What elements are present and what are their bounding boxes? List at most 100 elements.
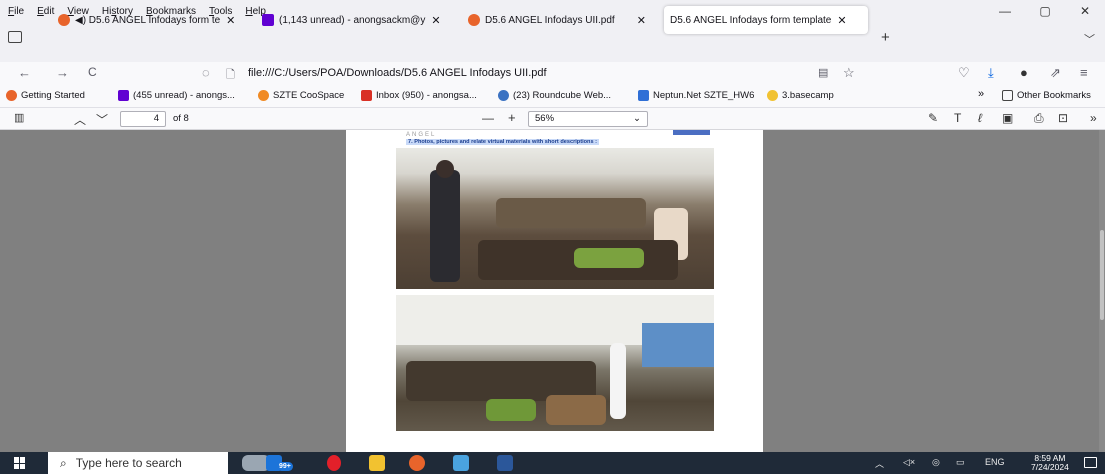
image-icon[interactable]: ▣ [1002, 111, 1013, 125]
pdf-page: ANGEL 7. Photos, pictures and relate vir… [346, 130, 763, 452]
tab-infodays-form[interactable]: ◀) D5.6 ANGEL Infodays form te ✕ [52, 6, 242, 34]
navigation-bar: ← → C ◌ 🗋 file:///C:/Users/POA/Downloads… [0, 62, 1105, 86]
back-icon[interactable]: ← [18, 65, 31, 80]
bookmark-label: 3.basecamp [782, 90, 834, 101]
windows-taskbar: ⌕ Type here to search 99+ ︿ ◁× ◎ ▭ ENG 8… [0, 452, 1105, 474]
scrollbar-thumb[interactable] [1100, 230, 1104, 320]
tab-label: D5.6 ANGEL Infodays UII.pdf [485, 14, 615, 26]
language-indicator[interactable]: ENG [985, 457, 1005, 467]
mail-icon [262, 14, 274, 26]
mail-count-badge: 99+ [277, 462, 293, 471]
gmail-icon [361, 90, 372, 101]
angel-logo: ANGEL [406, 132, 437, 138]
bookmark-star-icon[interactable]: ☆ [843, 65, 855, 81]
print-icon[interactable]: ⎙ [1034, 111, 1044, 126]
opera-icon[interactable] [327, 455, 341, 471]
workshop-photo-2 [396, 295, 714, 431]
taskbar-search-input[interactable]: ⌕ Type here to search [48, 452, 228, 474]
restore-button[interactable]: ▢ [1025, 0, 1065, 22]
list-all-tabs-icon[interactable] [8, 31, 22, 43]
extensions-icon[interactable]: ⇗ [1050, 65, 1061, 81]
firefox-icon [6, 90, 17, 101]
tab-close-icon[interactable]: ✕ [637, 14, 646, 27]
new-tab-icon[interactable]: + [881, 29, 890, 46]
pocket-icon[interactable]: ♡ [958, 65, 970, 81]
bookmark-roundcube[interactable]: (23) Roundcube Web... [498, 90, 611, 101]
tab-infodays-pdf[interactable]: D5.6 ANGEL Infodays UII.pdf ✕ [462, 6, 662, 34]
bookmark-yahoo-mail[interactable]: (455 unread) - anongs... [118, 90, 235, 101]
roundcube-icon [498, 90, 509, 101]
tab-label: ◀) D5.6 ANGEL Infodays form te [75, 14, 221, 26]
text-tool-icon[interactable]: T [954, 111, 961, 125]
shield-icon[interactable]: ◌ [202, 65, 210, 80]
header-bar [673, 130, 710, 135]
tab-yahoo-mail[interactable]: (1,143 unread) - anongsackm@y ✕ [256, 6, 456, 34]
workshop-photo-1 [396, 148, 714, 289]
firefox-icon [468, 14, 480, 26]
basecamp-icon [767, 90, 778, 101]
bookmarks-overflow-icon[interactable]: » [978, 88, 984, 100]
tab-close-icon[interactable]: ✕ [431, 14, 440, 27]
tray-chevron-icon[interactable]: ︿ [875, 457, 884, 470]
vertical-scrollbar[interactable] [1099, 130, 1105, 452]
download-icon[interactable]: ⤓ [988, 65, 994, 81]
search-placeholder: Type here to search [75, 456, 182, 470]
tab-infodays-template-active[interactable]: D5.6 ANGEL Infodays form template ✕ [664, 6, 868, 34]
firefox-taskbar-icon[interactable] [409, 455, 425, 471]
highlight-icon[interactable]: ✎ [928, 111, 938, 125]
tab-label: D5.6 ANGEL Infodays form template [670, 14, 832, 26]
clock[interactable]: 8:59 AM 7/24/2024 [1031, 454, 1069, 472]
minimize-button[interactable]: — [985, 0, 1025, 22]
tab-label: (1,143 unread) - anongsackm@y [279, 14, 426, 26]
zoom-select[interactable]: 56% ⌄ [528, 111, 648, 127]
account-icon[interactable]: ● [1020, 65, 1028, 80]
bookmark-getting-started[interactable]: Getting Started [6, 90, 85, 101]
app-menu-icon[interactable]: ≡ [1080, 65, 1088, 80]
store-icon[interactable] [453, 455, 469, 471]
chevron-down-icon: ⌄ [633, 113, 641, 124]
menu-file[interactable]: File [8, 6, 24, 17]
bookmark-gmail-inbox[interactable]: Inbox (950) - anongsa... [361, 90, 477, 101]
bookmark-label: Getting Started [21, 90, 85, 101]
page-number-input[interactable]: 4 [120, 111, 166, 127]
mail-icon [118, 90, 129, 101]
bookmark-label: Inbox (950) - anongsa... [376, 90, 477, 101]
zoom-value: 56% [535, 113, 555, 124]
close-window-button[interactable]: ✕ [1065, 0, 1105, 22]
bookmark-neptun[interactable]: Neptun.Net SZTE_HW6 [638, 90, 754, 101]
draw-icon[interactable]: ℓ [978, 111, 982, 125]
network-icon[interactable]: ◎ [932, 457, 940, 468]
bookmark-coospace[interactable]: SZTE CooSpace [258, 90, 344, 101]
pdf-toolbar: ▥ ︿ ﹀ 4 of 8 — + 56% ⌄ ✎ T ℓ ▣ ⎙ ⊡ » [0, 108, 1105, 130]
search-icon: ⌕ [60, 455, 67, 470]
pdf-viewer[interactable]: ANGEL 7. Photos, pictures and relate vir… [0, 130, 1105, 452]
reader-view-icon[interactable]: ▤ [818, 66, 828, 79]
next-page-icon[interactable]: ﹀ [96, 111, 108, 128]
url-bar[interactable]: file:///C:/Users/POA/Downloads/D5.6 ANGE… [248, 67, 547, 79]
save-icon[interactable]: ⊡ [1058, 111, 1068, 125]
bookmark-label: (23) Roundcube Web... [513, 90, 612, 101]
tab-close-icon[interactable]: ✕ [226, 14, 235, 27]
bookmark-label: Neptun.Net SZTE_HW6 [653, 90, 755, 101]
clock-date: 7/24/2024 [1031, 462, 1069, 472]
previous-page-icon[interactable]: ︿ [74, 111, 86, 128]
zoom-out-icon[interactable]: — [482, 111, 494, 125]
window-controls: — ▢ ✕ [985, 0, 1105, 22]
other-bookmarks-label: Other Bookmarks [1017, 90, 1091, 101]
zoom-in-icon[interactable]: + [508, 110, 516, 125]
tab-close-icon[interactable]: ✕ [837, 14, 846, 27]
file-explorer-icon[interactable] [369, 455, 385, 471]
windows-start-icon[interactable] [14, 457, 26, 469]
other-bookmarks[interactable]: Other Bookmarks [1002, 90, 1091, 101]
bookmark-basecamp[interactable]: 3.basecamp [767, 90, 834, 101]
sidebar-toggle-icon[interactable]: ▥ [14, 111, 24, 124]
word-icon[interactable] [497, 455, 513, 471]
tab-menu-chevron-icon[interactable]: ﹀ [1084, 31, 1095, 47]
battery-icon[interactable]: ▭ [956, 457, 965, 468]
toolbar-overflow-icon[interactable]: » [1090, 111, 1097, 125]
forward-icon[interactable]: → [56, 65, 69, 80]
volume-muted-icon[interactable]: ◁× [903, 457, 915, 468]
neptun-icon [638, 90, 649, 101]
notification-icon[interactable] [1084, 457, 1097, 468]
reload-icon[interactable]: C [88, 65, 97, 79]
